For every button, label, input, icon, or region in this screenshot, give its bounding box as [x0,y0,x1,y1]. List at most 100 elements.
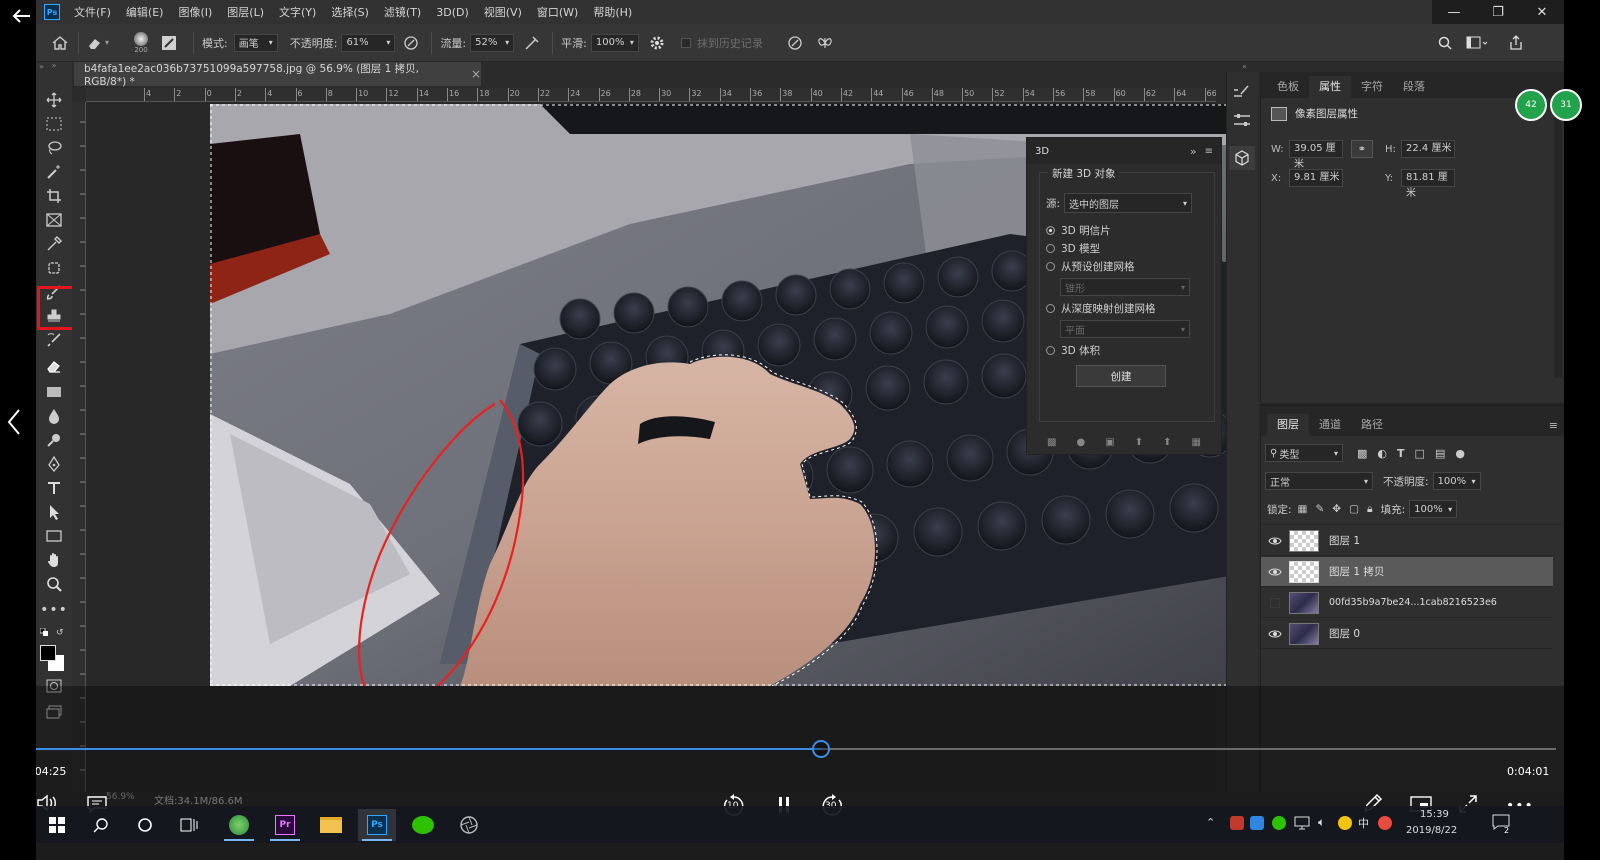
smoothing-options-gear-icon[interactable] [649,35,669,51]
tab-layers[interactable]: 图层 [1267,414,1309,436]
aperture-app-icon[interactable] [450,809,488,841]
tray-app-icon[interactable] [1378,816,1392,830]
menu-help[interactable]: 帮助(H) [593,4,632,20]
lock-all-icon[interactable]: 🔒︎ [1367,503,1373,516]
menu-file[interactable]: 文件(F) [74,4,111,20]
tab-channels[interactable]: 通道 [1309,414,1351,436]
back-arrow-icon[interactable] [12,8,32,24]
pressure-opacity-icon[interactable] [403,35,423,51]
clock-date[interactable]: 2019/8/22 [1406,825,1457,836]
visibility-eye-icon[interactable] [1261,536,1289,546]
symmetry-butterfly-icon[interactable] [817,35,839,51]
option-3d-postcard[interactable]: 3D 明信片 [1026,221,1206,239]
adjustments-icon[interactable] [1233,112,1251,128]
close-icon[interactable]: ✕ [1520,0,1564,24]
eyedropper-tool-icon[interactable] [43,234,65,254]
network-icon[interactable] [1294,816,1310,830]
layer-row[interactable]: 00fd35b9a7be24...1cab8216523e6 [1261,588,1553,618]
menu-select[interactable]: 选择(S) [331,4,369,20]
dodge-tool-icon[interactable] [43,430,65,450]
clock-time[interactable]: 15:39 [1420,809,1449,820]
magic-wand-tool-icon[interactable] [43,162,65,182]
radio-mesh-from-preset[interactable] [1046,261,1055,271]
task-view-icon[interactable] [170,809,208,841]
collapse-toolbar-icon[interactable]: » [43,60,65,70]
collapse-panel-icon[interactable]: » [1190,145,1197,158]
radio-3d-volume[interactable] [1046,345,1055,355]
brush-settings-icon[interactable] [1233,84,1251,100]
blend-mode-select[interactable]: 正常 ▾ [1265,472,1373,490]
brush-size-picker[interactable]: 200 [121,31,161,54]
smooth-field[interactable]: 100% ▾ [590,33,639,52]
wechat-app-icon[interactable] [404,809,442,841]
source-select[interactable]: 选中的图层 ▾ [1064,193,1193,213]
radio-mesh-from-depth-map[interactable] [1046,303,1055,313]
gradient-tool-icon[interactable] [43,382,65,402]
layer-filter-select[interactable]: ⚲ 类型 ▾ [1265,444,1343,462]
filter-smart-object-icon[interactable]: ▤ [1435,447,1445,460]
close-document-icon[interactable]: × [471,67,481,81]
menu-filter[interactable]: 滤镜(T) [384,4,421,20]
mute-speaker-icon[interactable]: 🔈︎ [1318,815,1325,830]
menu-type[interactable]: 文字(Y) [279,4,316,20]
cortana-icon[interactable] [126,809,164,841]
zoom-tool-icon[interactable] [43,574,65,594]
menu-layer[interactable]: 图层(L) [227,4,264,20]
airbrush-icon[interactable] [524,35,544,51]
tab-properties[interactable]: 属性 [1309,76,1351,98]
visibility-eye-icon[interactable] [1261,629,1289,639]
share-icon[interactable] [1508,35,1524,51]
radio-3d-postcard[interactable] [1046,225,1055,235]
pressure-size-icon[interactable] [787,35,809,51]
eraser-tool-icon[interactable] [43,356,65,376]
tab-paragraph[interactable]: 段落 [1393,76,1435,98]
3d-panel-cube-icon[interactable] [1229,146,1255,170]
move-tool-icon[interactable] [43,90,65,110]
photoshop-app-icon[interactable]: Ps [358,809,396,841]
y-position-field[interactable]: 81.81 厘米 [1401,169,1455,199]
input-method-indicator[interactable]: 中 [1358,815,1369,831]
type-tool-icon[interactable] [43,478,65,498]
filter-pixel-icon[interactable]: ▩ [1357,447,1367,460]
flow-field[interactable]: 52% ▾ [470,33,515,52]
layer-row[interactable]: 图层 1 [1261,526,1553,556]
more-tools-icon[interactable]: ••• [40,600,67,620]
marquee-tool-icon[interactable] [43,114,65,134]
restore-icon[interactable]: ❐ [1476,0,1520,24]
frame-tool-icon[interactable] [43,210,65,230]
radio-3d-model[interactable] [1046,243,1055,253]
tray-app-icon[interactable] [1338,816,1352,830]
brush-panel-icon[interactable] [161,35,185,51]
tab-character[interactable]: 字符 [1351,76,1393,98]
visibility-toggle-hidden[interactable] [1261,597,1289,608]
light-icon[interactable]: ● [1076,437,1085,448]
file-explorer-icon[interactable] [312,809,350,841]
fill-field[interactable]: 100% ▾ [1409,500,1458,518]
menu-3d[interactable]: 3D(D) [436,6,469,19]
expand-panels-icon[interactable]: » [39,62,44,71]
scene-icon[interactable]: ▩ [1047,437,1056,448]
filter-adjustment-icon[interactable]: ◐ [1377,447,1387,460]
filter-shape-icon[interactable]: □ [1415,447,1425,460]
menu-view[interactable]: 视图(V) [484,4,522,20]
tray-chevron-icon[interactable]: ⌃ [1206,816,1215,829]
visibility-eye-icon[interactable] [1261,567,1289,577]
option-mesh-from-preset[interactable]: 从预设创建网格 [1026,257,1206,275]
minimize-icon[interactable]: — [1432,0,1476,24]
browser-app-icon[interactable] [220,809,258,841]
eraser-preset-icon[interactable]: ▾ [87,36,117,50]
premiere-app-icon[interactable]: Pr [266,809,304,841]
layer-opacity-field[interactable]: 100% ▾ [1432,472,1481,490]
start-windows-icon[interactable] [38,809,76,841]
option-3d-model[interactable]: 3D 模型 [1026,239,1206,257]
pen-tool-icon[interactable] [43,454,65,474]
panel-menu-icon[interactable]: ≡ [1205,146,1213,157]
opacity-field[interactable]: 61% ▾ [341,33,396,52]
foreground-color-swatch[interactable] [40,645,56,661]
lasso-tool-icon[interactable] [43,138,65,158]
document-tab[interactable]: b4fafa1ee2ac036b73751099a597758.jpg @ 56… [74,62,481,88]
workspace-icon[interactable] [1466,36,1488,50]
lock-position-icon[interactable]: ✥ [1332,503,1341,515]
layers-menu-icon[interactable]: ≡ [1549,419,1558,432]
filter-toggle-icon[interactable]: ● [1455,447,1465,460]
